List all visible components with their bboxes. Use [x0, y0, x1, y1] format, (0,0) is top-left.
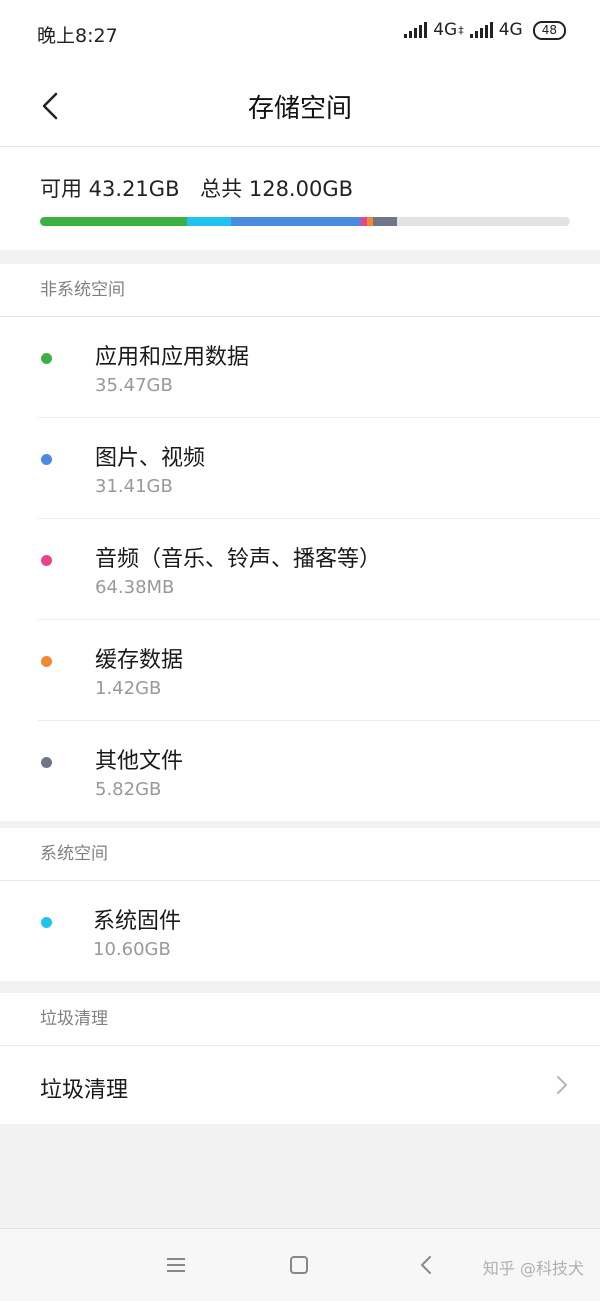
item-title: 图片、视频	[95, 446, 206, 471]
home-square-icon	[290, 1256, 308, 1274]
item-size: 31.41GB	[95, 476, 173, 497]
menu-button[interactable]	[162, 1251, 190, 1279]
navigation-bar: 知乎 @科技犬	[0, 1228, 600, 1301]
storage-item-firmware[interactable]: 系统固件 10.60GB	[38, 881, 600, 981]
legend-dot	[41, 917, 52, 928]
item-title: 缓存数据	[95, 648, 184, 673]
network-type-label: 4G	[498, 20, 523, 40]
title-bar: 存储空间	[0, 66, 600, 147]
storage-item-apps[interactable]: 应用和应用数据 35.47GB	[38, 317, 600, 418]
battery-icon: 48	[532, 20, 566, 40]
junk-cleanup-row[interactable]: 垃圾清理	[0, 1046, 600, 1124]
legend-dot	[41, 555, 52, 566]
status-indicators: 4G ‡ 4G 48	[404, 20, 566, 40]
section-header: 垃圾清理	[0, 993, 600, 1046]
network-type-label: 4G	[433, 20, 458, 40]
item-title: 系统固件	[93, 909, 182, 934]
signal-icon	[469, 22, 493, 38]
back-triangle-icon	[421, 1256, 431, 1274]
usage-bar-segment	[230, 217, 361, 226]
storage-item-cache[interactable]: 缓存数据 1.42GB	[38, 620, 600, 721]
item-size: 10.60GB	[93, 939, 171, 960]
legend-dot	[41, 454, 52, 465]
section-header: 系统空间	[0, 828, 600, 881]
item-title: 应用和应用数据	[95, 345, 250, 370]
item-title: 音频（音乐、铃声、播客等）	[95, 547, 382, 572]
item-size: 35.47GB	[95, 375, 173, 396]
legend-dot	[41, 353, 52, 364]
system-section: 系统空间 系统固件 10.60GB	[0, 828, 600, 981]
storage-item-media[interactable]: 图片、视频 31.41GB	[38, 418, 600, 519]
watermark: 知乎 @科技犬	[482, 1259, 584, 1278]
storage-summary: 可用 43.21GB 总共 128.00GB	[0, 147, 600, 250]
legend-dot	[41, 656, 52, 667]
nav-back-button[interactable]	[412, 1251, 440, 1279]
item-size: 1.42GB	[95, 678, 162, 699]
usage-bar-segment	[372, 217, 397, 226]
chevron-right-icon	[557, 1076, 567, 1094]
network-activity-icon: ‡	[458, 23, 464, 37]
non-system-section: 非系统空间 应用和应用数据 35.47GB 图片、视频 31.41GB 音频（音…	[0, 264, 600, 821]
home-button[interactable]	[285, 1251, 313, 1279]
item-title: 其他文件	[95, 749, 184, 774]
usage-bar-segment	[40, 217, 187, 226]
status-bar: 晚上8:27 4G ‡ 4G 48	[0, 0, 600, 66]
status-time: 晚上8:27	[37, 25, 118, 47]
storage-item-other[interactable]: 其他文件 5.82GB	[38, 721, 600, 821]
available-space: 可用 43.21GB	[40, 177, 180, 201]
cleanup-section: 垃圾清理 垃圾清理	[0, 993, 600, 1124]
storage-usage-bar	[40, 217, 570, 226]
legend-dot	[41, 757, 52, 768]
junk-cleanup-label: 垃圾清理	[40, 1078, 129, 1103]
item-size: 5.82GB	[95, 779, 162, 800]
total-space: 总共 128.00GB	[200, 177, 354, 201]
signal-icon	[404, 22, 428, 38]
page-title: 存储空间	[247, 94, 352, 124]
storage-summary-text: 可用 43.21GB 总共 128.00GB	[40, 173, 353, 203]
menu-icon	[167, 1258, 185, 1272]
usage-bar-segment	[186, 217, 231, 226]
section-header: 非系统空间	[0, 264, 600, 317]
item-size: 64.38MB	[95, 577, 175, 598]
storage-item-audio[interactable]: 音频（音乐、铃声、播客等） 64.38MB	[38, 519, 600, 620]
